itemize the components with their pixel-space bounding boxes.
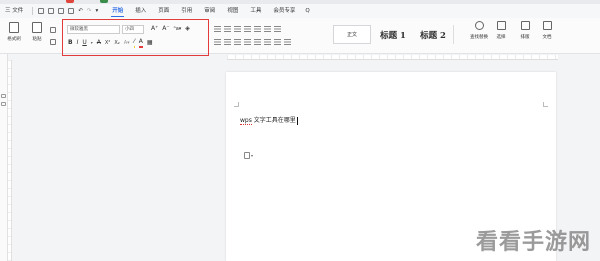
style-heading-1[interactable]: 标题 1: [374, 25, 412, 44]
layout-icon: [520, 21, 530, 30]
font-name-select[interactable]: 微软雅黑: [67, 25, 120, 34]
chapter-icon[interactable]: [1, 102, 6, 106]
chinese-layout-icon[interactable]: [254, 26, 261, 32]
paste-button[interactable]: 粘贴: [28, 22, 46, 42]
select-label: 选择: [496, 35, 506, 40]
ruler-ticks: [227, 55, 558, 59]
char-border-icon[interactable]: ▦: [147, 39, 153, 47]
print-preview-icon[interactable]: [68, 8, 75, 14]
bullet-list-icon[interactable]: [214, 26, 221, 32]
more-icon[interactable]: ▾: [93, 4, 100, 18]
highlight-color-icon[interactable]: ⁄: [133, 38, 135, 48]
text-effect-icon[interactable]: A▾: [124, 39, 130, 47]
italic-button[interactable]: I: [77, 39, 79, 47]
indent-icon[interactable]: [244, 26, 251, 32]
magnifier-icon: [474, 21, 484, 30]
tab-tools[interactable]: 工具: [244, 4, 267, 18]
style-heading-2[interactable]: 标题 2: [414, 25, 452, 44]
justify-icon[interactable]: [244, 39, 251, 45]
strikethrough-icon[interactable]: A: [97, 39, 101, 47]
paragraph-row-bottom: [214, 39, 291, 45]
select-button[interactable]: 选择: [490, 21, 512, 40]
undo-icon[interactable]: ↶: [76, 4, 85, 18]
shading-icon[interactable]: [274, 39, 281, 45]
document-text-prefix: wps: [240, 117, 252, 125]
clear-format-icon[interactable]: ◈: [185, 25, 190, 33]
print-icon[interactable]: [58, 8, 65, 14]
export-icon[interactable]: [48, 8, 55, 14]
divider: [32, 7, 34, 15]
find-replace-button[interactable]: 查找替换: [468, 21, 490, 40]
paste-label: 粘贴: [32, 37, 42, 42]
font-size-controls: A⁺ A⁻ ᴬa▾ ◈: [151, 25, 190, 33]
document-text[interactable]: wps 文字工具在哪里: [240, 115, 298, 125]
layout-label: 排版: [520, 35, 530, 40]
font-color-icon[interactable]: A: [138, 38, 143, 48]
tab-member[interactable]: 会员专享: [267, 4, 301, 18]
navigation-pane-icon[interactable]: [1, 94, 6, 98]
tab-review[interactable]: 审阅: [198, 4, 221, 18]
document-assist-label: 文档: [542, 35, 552, 40]
redo-icon[interactable]: ↷: [85, 4, 94, 18]
cut-icon[interactable]: [50, 27, 56, 33]
file-menu-label: 三 文件: [5, 8, 24, 14]
paste-options-icon: [244, 151, 250, 159]
format-painter-button[interactable]: 格式刷: [5, 22, 23, 42]
show-marks-icon[interactable]: [274, 26, 281, 32]
underline-button[interactable]: U: [82, 39, 86, 47]
font-format-row: B I U ▾ A X² X₂ A▾ ⁄ A ▦: [68, 38, 153, 48]
vertical-ruler[interactable]: [8, 60, 12, 261]
styles-expand-icon[interactable]: [453, 25, 459, 44]
margin-mark-top-right: [543, 102, 548, 107]
left-toolbar: [0, 54, 8, 261]
layout-button[interactable]: 排版: [514, 21, 536, 40]
borders-icon[interactable]: [284, 39, 291, 45]
tab-reference[interactable]: 引用: [175, 4, 198, 18]
horizontal-ruler[interactable]: [227, 55, 558, 60]
change-case-icon[interactable]: ᴬa▾: [174, 25, 182, 33]
paste-options-button[interactable]: ▾: [244, 151, 258, 159]
format-painter-icon: [9, 22, 19, 33]
numbered-list-icon[interactable]: [224, 26, 231, 32]
document-assist-button[interactable]: 文档: [536, 21, 558, 40]
find-replace-label: 查找替换: [470, 35, 488, 40]
site-watermark: 看看手游网: [476, 230, 592, 255]
file-menu[interactable]: 三 文件: [0, 4, 29, 18]
cursor-icon: [496, 21, 506, 30]
paragraph-row-top: [214, 26, 281, 32]
tab-home[interactable]: 开始: [106, 4, 129, 18]
menu-bar: 三 文件 ↶ ↷ ▾ 开始 插入 页面 引用 审阅 视图 工具 会员专享 Q: [0, 4, 600, 18]
copy-icon[interactable]: [50, 39, 56, 45]
save-icon[interactable]: [38, 8, 45, 14]
align-left-icon[interactable]: [214, 39, 221, 45]
font-size-select[interactable]: 小四: [122, 25, 144, 34]
superscript-icon[interactable]: X²: [105, 39, 110, 47]
text-cursor: [296, 116, 298, 125]
align-right-icon[interactable]: [234, 39, 241, 45]
tab-insert[interactable]: 插入: [129, 4, 152, 18]
tab-indicator: [100, 0, 108, 3]
paste-icon: [32, 22, 42, 33]
grow-font-icon[interactable]: A⁺: [151, 25, 158, 33]
outdent-icon[interactable]: [234, 26, 241, 32]
distribute-icon[interactable]: [254, 39, 261, 45]
search-icon[interactable]: Q: [301, 4, 315, 18]
underline-dropdown-icon[interactable]: ▾: [91, 39, 93, 47]
shrink-font-icon[interactable]: A⁻: [162, 25, 169, 33]
tab-indicator: [66, 0, 74, 3]
chevron-down-icon: ▾: [251, 152, 254, 158]
style-normal[interactable]: 正文: [333, 25, 371, 44]
document-text-rest: 文字工具在哪里: [251, 117, 296, 124]
align-center-icon[interactable]: [224, 39, 231, 45]
tab-view[interactable]: 视图: [221, 4, 244, 18]
margin-mark-top-left: [234, 102, 239, 107]
sort-icon[interactable]: [264, 26, 271, 32]
tab-page[interactable]: 页面: [152, 4, 175, 18]
bold-button[interactable]: B: [68, 39, 73, 47]
document-assist-icon: [542, 21, 552, 30]
format-painter-label: 格式刷: [7, 37, 21, 42]
line-spacing-icon[interactable]: [264, 39, 271, 45]
subscript-icon[interactable]: X₂: [114, 39, 119, 47]
